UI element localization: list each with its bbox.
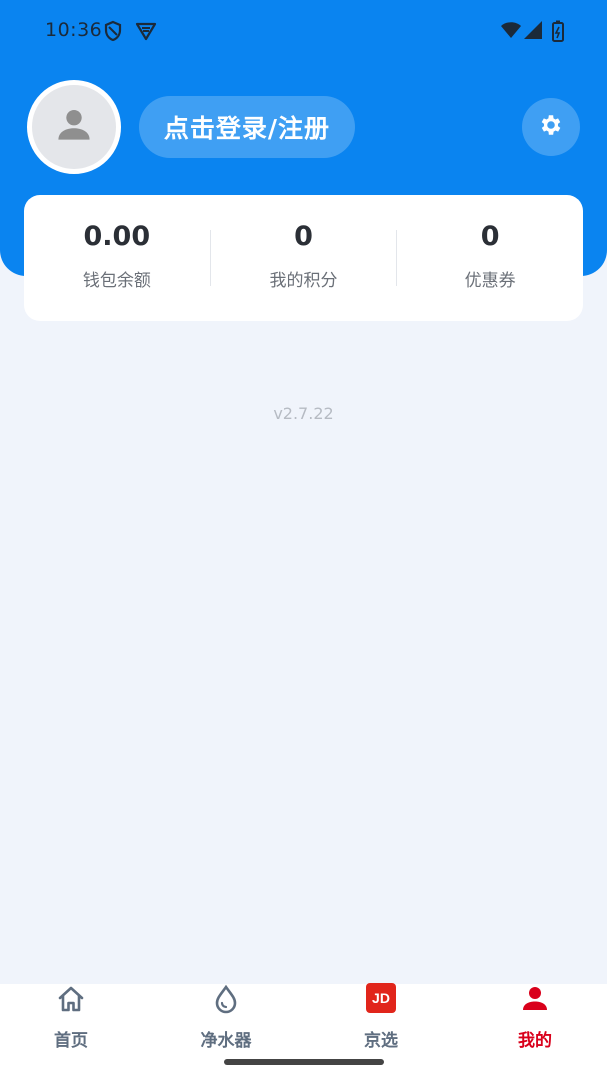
stat-points[interactable]: 0 我的积分: [211, 195, 397, 321]
status-time: 10:36: [45, 19, 103, 41]
tab-home[interactable]: 首页: [16, 984, 126, 1054]
settings-button[interactable]: [522, 98, 580, 156]
stat-value: 0.00: [83, 221, 151, 252]
gear-icon: [538, 112, 564, 142]
stat-value: 0: [294, 221, 313, 252]
login-register-button[interactable]: 点击登录/注册: [139, 96, 355, 158]
tab-water-purifier[interactable]: 净水器: [171, 984, 281, 1054]
tab-label: 京选: [364, 1031, 398, 1051]
home-indicator[interactable]: [224, 1059, 384, 1065]
stat-wallet-balance[interactable]: 0.00 钱包余额: [24, 195, 210, 321]
app-version: v2.7.22: [273, 404, 334, 423]
stat-value: 0: [480, 221, 500, 252]
stat-label: 我的积分: [269, 271, 338, 291]
tab-mine[interactable]: 我的: [480, 984, 590, 1054]
tab-label: 我的: [518, 1031, 552, 1051]
person-icon: [520, 984, 550, 1014]
status-bar: 10:36: [0, 0, 607, 62]
water-drop-icon: [211, 984, 241, 1014]
battery-icon: [552, 20, 574, 42]
shield-icon: [103, 20, 125, 42]
stats-card: 0.00 钱包余额 0 我的积分 0 优惠券: [24, 195, 583, 321]
tab-label: 首页: [54, 1031, 88, 1051]
signal-icon: [523, 20, 545, 42]
bottom-tab-bar: 首页 净水器 JD 京选 我的: [0, 983, 607, 1080]
stat-coupons[interactable]: 0 优惠券: [397, 195, 583, 321]
vpn-badge-icon: [135, 20, 157, 42]
tab-jd-select[interactable]: JD 京选: [326, 983, 436, 1054]
stat-label: 钱包余额: [82, 271, 151, 291]
person-icon: [52, 103, 96, 151]
jd-badge: JD: [366, 983, 396, 1013]
avatar[interactable]: [27, 80, 121, 174]
stat-label: 优惠券: [464, 271, 516, 291]
tab-label: 净水器: [200, 1031, 252, 1051]
wifi-icon: [500, 20, 522, 42]
home-icon: [56, 984, 86, 1014]
jd-logo-icon: JD: [366, 983, 396, 1014]
